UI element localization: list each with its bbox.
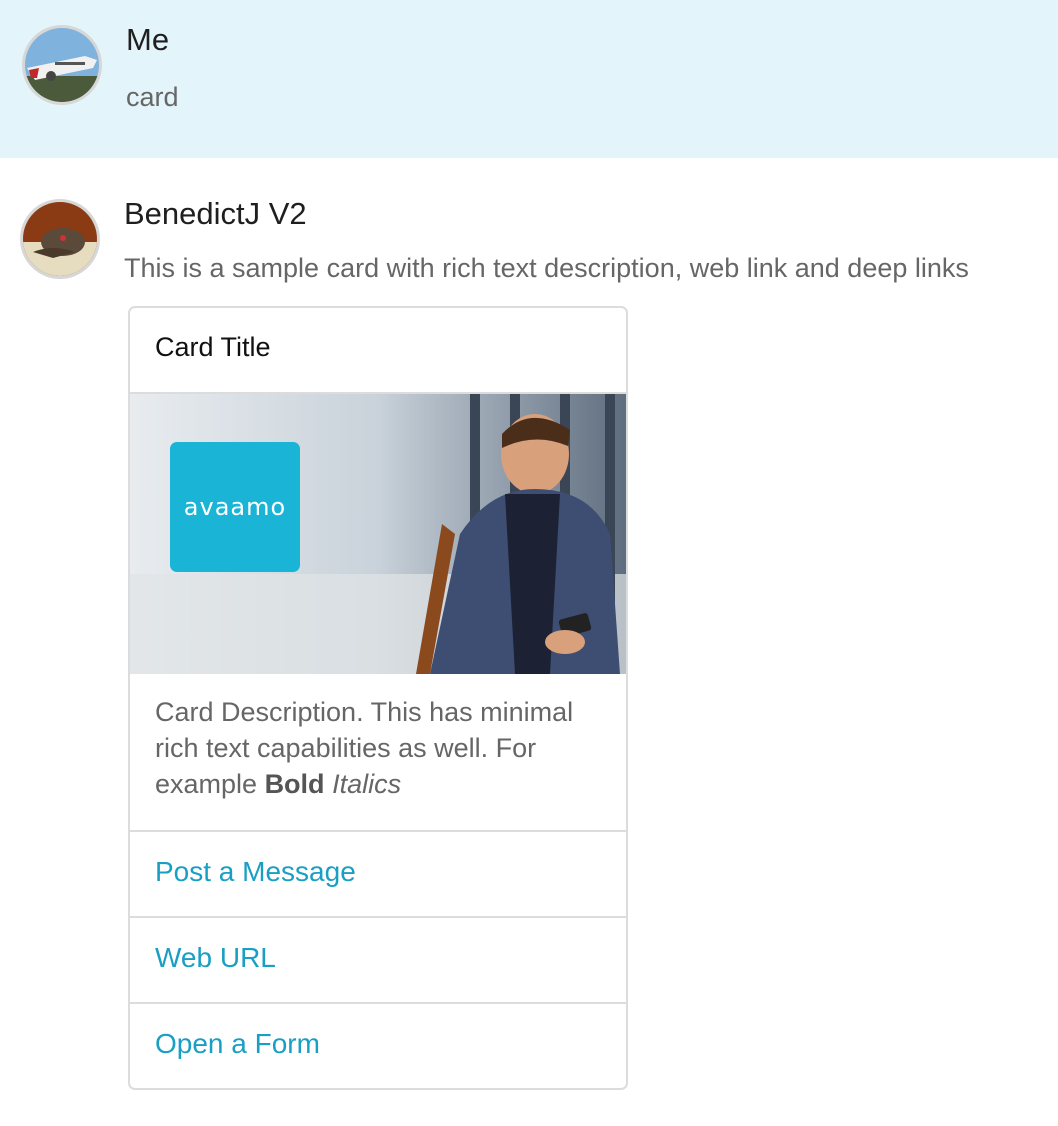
airplane-avatar-image bbox=[25, 28, 99, 102]
avaamo-logo: avaamo bbox=[170, 442, 300, 572]
card-title: Card Title bbox=[130, 308, 626, 394]
logo-text: avaamo bbox=[183, 493, 287, 521]
my-avatar[interactable] bbox=[22, 25, 102, 105]
sender-name: BenedictJ V2 bbox=[124, 196, 307, 231]
card-image: avaamo bbox=[130, 394, 626, 674]
message-text: card bbox=[126, 82, 179, 112]
sender-name: Me bbox=[126, 22, 170, 57]
rich-card: Card Title avaamo Card Description. This… bbox=[128, 306, 628, 1090]
web-url-link[interactable]: Web URL bbox=[130, 918, 626, 1004]
message-text: This is a sample card with rich text des… bbox=[124, 253, 969, 283]
post-message-button[interactable]: Post a Message bbox=[130, 832, 626, 918]
bot-avatar[interactable] bbox=[20, 199, 100, 279]
card-description: Card Description. This has minimal rich … bbox=[130, 674, 626, 832]
description-bold: Bold bbox=[264, 769, 325, 799]
my-message: Me card bbox=[0, 0, 1058, 158]
open-form-button[interactable]: Open a Form bbox=[130, 1004, 626, 1088]
cap-avatar-image bbox=[23, 202, 97, 276]
description-italic: Italics bbox=[332, 769, 402, 799]
